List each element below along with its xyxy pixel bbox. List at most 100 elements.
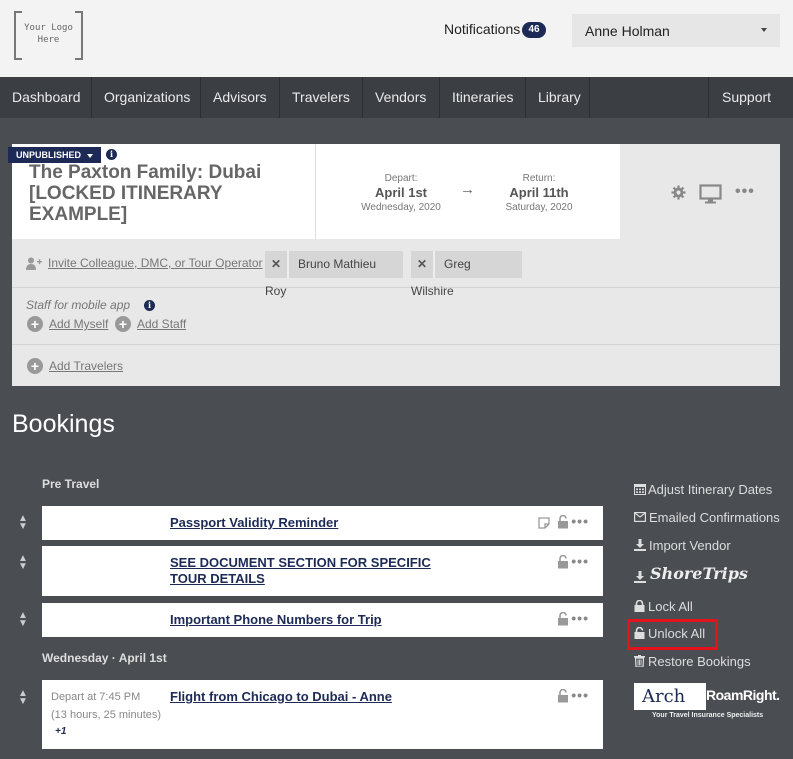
restore-label: Restore Bookings [648, 654, 751, 669]
plus-circle-icon[interactable]: + [27, 358, 43, 374]
booking-time: Depart at 7:45 PM [51, 691, 141, 703]
info-icon[interactable]: i [144, 300, 155, 311]
unlock-icon[interactable] [557, 612, 569, 626]
desktop-preview-icon[interactable] [699, 184, 722, 204]
chevron-down-icon [761, 28, 767, 32]
close-icon[interactable]: ✕ [265, 251, 289, 278]
plus-circle-icon[interactable]: + [27, 316, 43, 332]
depart-sub: Wednesday, 2020 [361, 202, 441, 213]
booking-title[interactable]: SEE DOCUMENT SECTION FOR SPECIFIC TOUR D… [170, 555, 445, 587]
calendar-icon [634, 484, 646, 495]
booking-duration: (13 hours, 25 minutes) [51, 709, 162, 721]
notifications-link[interactable]: Notifications [444, 21, 520, 37]
notifications-badge[interactable]: 46 [522, 22, 546, 38]
roamright-logo: RoamRight. [706, 687, 780, 703]
nav-dashboard[interactable]: Dashboard [0, 77, 92, 118]
booking-card[interactable]: Passport Validity Reminder ••• [42, 506, 603, 540]
staff-label: Staff for mobile app [26, 298, 131, 312]
section-label-date: Wednesday · April 1st [42, 651, 167, 665]
return-day: April 11th [509, 185, 569, 200]
more-options-icon[interactable]: ••• [571, 513, 589, 529]
drag-handle-icon[interactable]: ▲ ▼ [17, 514, 29, 532]
arch-logo: Arch [642, 686, 686, 707]
day-offset: +1 [55, 726, 67, 737]
adjust-dates-action[interactable]: Adjust Itinerary Dates [634, 482, 772, 497]
nav-organizations[interactable]: Organizations [92, 77, 201, 118]
depart-date[interactable]: Depart: April 1st Wednesday, 2020 [346, 173, 456, 213]
divider [12, 344, 780, 345]
booking-title[interactable]: Flight from Chicago to Dubai - Anne [170, 689, 392, 705]
booking-card[interactable]: Important Phone Numbers for Trip ••• [42, 603, 603, 637]
nav-itineraries[interactable]: Itineraries [440, 77, 526, 118]
unlock-icon[interactable] [557, 555, 569, 569]
arrow-right-icon: → [460, 181, 475, 198]
more-options-icon[interactable]: ••• [571, 610, 589, 626]
nav-vendors[interactable]: Vendors [363, 77, 440, 118]
info-icon[interactable]: i [106, 149, 117, 160]
emailed-label: Emailed Confirmations [649, 510, 780, 525]
download-icon[interactable] [634, 571, 646, 583]
add-travelers-link[interactable]: Add Travelers [49, 359, 123, 373]
logo-text: Your Logo Here [24, 23, 73, 45]
emailed-confirmations-action[interactable]: Emailed Confirmations [634, 510, 780, 525]
chevron-down-icon [87, 153, 94, 158]
add-myself-link[interactable]: Add Myself [49, 317, 108, 331]
booking-title[interactable]: Important Phone Numbers for Trip [170, 612, 382, 628]
invite-collaborator-link[interactable]: Invite Colleague, DMC, or Tour Operator [48, 256, 263, 270]
booking-title[interactable]: Passport Validity Reminder [170, 515, 338, 531]
publish-status-dropdown[interactable]: UNPUBLISHED [8, 147, 102, 163]
import-vendor-label: Import Vendor [649, 538, 731, 553]
depart-day: April 1st [374, 185, 427, 200]
booking-card[interactable]: SEE DOCUMENT SECTION FOR SPECIFIC TOUR D… [42, 546, 603, 596]
return-date[interactable]: Return: April 11th Saturday, 2020 [484, 173, 594, 213]
return-sub: Saturday, 2020 [505, 202, 573, 213]
return-label: Return: [522, 173, 556, 184]
note-icon[interactable] [538, 517, 550, 529]
drag-handle-icon[interactable]: ▲ ▼ [17, 689, 29, 707]
roamright-insurance-banner[interactable]: Arch RoamRight. Your Travel Insurance Sp… [634, 683, 780, 723]
import-vendor-action[interactable]: Import Vendor [634, 538, 731, 553]
close-icon[interactable]: ✕ [411, 251, 435, 278]
nav-advisors[interactable]: Advisors [201, 77, 280, 118]
drag-handle-icon[interactable]: ▲ ▼ [17, 554, 29, 572]
bookings-heading: Bookings [12, 410, 115, 438]
depart-label: Depart: [384, 173, 418, 184]
divider [315, 144, 316, 239]
adjust-dates-label: Adjust Itinerary Dates [648, 482, 773, 497]
lock-all-label: Lock All [648, 599, 693, 614]
gear-icon[interactable] [671, 185, 686, 200]
trash-icon [634, 655, 645, 668]
logo[interactable]: Your Logo Here [14, 11, 83, 60]
status-label: UNPUBLISHED [16, 150, 82, 160]
booking-card[interactable]: Depart at 7:45 PM (13 hours, 25 minutes)… [42, 680, 603, 749]
more-options-icon[interactable]: ••• [735, 183, 755, 201]
user-name: Anne Holman [585, 23, 670, 39]
collaborator-chip: ✕ Greg Wilshire [411, 251, 522, 298]
highlight-box [627, 619, 718, 650]
unlock-icon[interactable] [557, 515, 569, 529]
roamright-tagline: Your Travel Insurance Specialists [652, 712, 764, 719]
lock-icon [634, 599, 645, 612]
download-icon [634, 539, 646, 551]
add-user-icon [26, 257, 42, 270]
collaborator-chip: ✕ Bruno Mathieu Roy [265, 251, 403, 298]
drag-handle-icon[interactable]: ▲ ▼ [17, 611, 29, 629]
unlock-icon[interactable] [557, 689, 569, 703]
nav-travelers[interactable]: Travelers [280, 77, 363, 118]
main-nav: Dashboard Organizations Advisors Travele… [0, 77, 793, 118]
more-options-icon[interactable]: ••• [571, 553, 589, 569]
restore-bookings-action[interactable]: Restore Bookings [634, 654, 751, 669]
add-staff-link[interactable]: Add Staff [137, 317, 186, 331]
section-label-pre-travel: Pre Travel [42, 477, 100, 491]
plus-circle-icon[interactable]: + [115, 316, 131, 332]
nav-support[interactable]: Support [708, 77, 793, 118]
more-options-icon[interactable]: ••• [571, 687, 589, 703]
nav-library[interactable]: Library [526, 77, 590, 118]
lock-all-action[interactable]: Lock All [634, 599, 693, 614]
envelope-icon [634, 512, 647, 523]
divider [12, 287, 780, 288]
top-bar: Your Logo Here Notifications 46 Anne Hol… [0, 0, 793, 77]
itinerary-title[interactable]: The Paxton Family: Dubai [LOCKED ITINERA… [29, 162, 299, 225]
user-menu-select[interactable]: Anne Holman [572, 14, 780, 47]
shoretrips-logo[interactable]: ShoreTrips [650, 564, 748, 583]
